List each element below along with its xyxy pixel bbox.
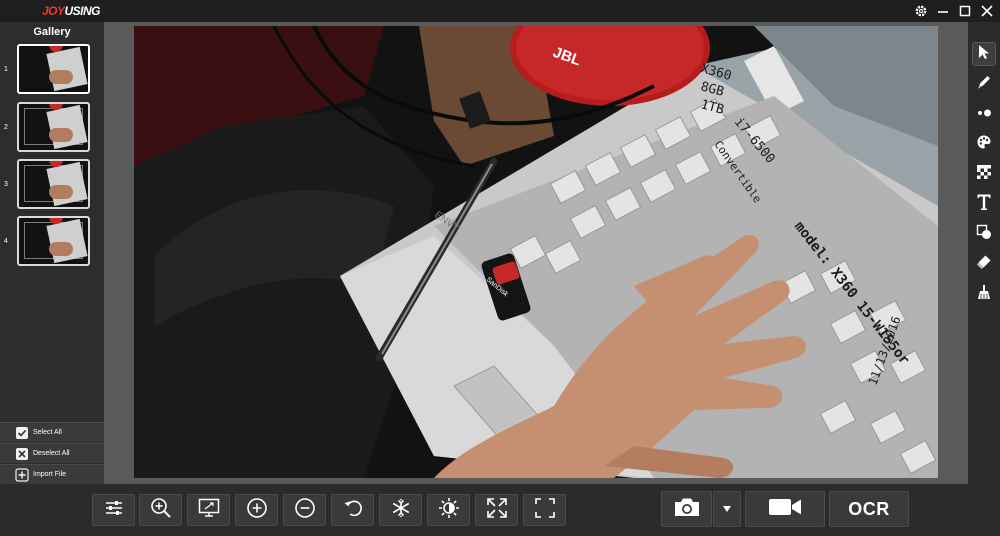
expand-arrows-icon bbox=[486, 497, 508, 524]
text-tool[interactable] bbox=[972, 192, 996, 216]
rotate-icon bbox=[342, 497, 364, 524]
brightness-button[interactable] bbox=[427, 494, 470, 526]
dots-icon bbox=[976, 105, 992, 123]
bottom-toolbar: OCR bbox=[0, 484, 1000, 536]
pen-tool[interactable] bbox=[972, 72, 996, 96]
sliders-icon bbox=[104, 499, 124, 522]
checkerboard-icon bbox=[976, 164, 992, 185]
annotation-toolbar bbox=[968, 22, 1000, 484]
ocr-button[interactable]: OCR bbox=[829, 491, 909, 527]
import-file-label: Import File bbox=[33, 471, 67, 478]
title-bar: JOY USING bbox=[0, 0, 1000, 22]
sun-icon bbox=[438, 497, 460, 524]
camera-icon bbox=[673, 496, 701, 523]
monitor-icon bbox=[198, 498, 220, 523]
gallery-item-number: 1 bbox=[4, 66, 8, 73]
capture-options-dropdown[interactable] bbox=[713, 491, 741, 527]
logo-part-1: JOY bbox=[42, 4, 65, 18]
logo-part-2: USING bbox=[64, 4, 101, 18]
gallery-item-number: 3 bbox=[4, 181, 8, 188]
select-tool[interactable] bbox=[972, 42, 996, 66]
brush-tool[interactable] bbox=[972, 282, 996, 306]
gallery-item[interactable]: 2 bbox=[0, 102, 104, 154]
minimize-button[interactable] bbox=[934, 1, 952, 21]
palette-icon bbox=[976, 134, 992, 155]
rotate-button[interactable] bbox=[331, 494, 374, 526]
select-all-icon bbox=[15, 426, 29, 440]
zoom-in-button[interactable] bbox=[235, 494, 278, 526]
import-plus-icon bbox=[15, 467, 29, 482]
freeze-button[interactable] bbox=[379, 494, 422, 526]
gallery-thumbnail[interactable] bbox=[17, 216, 90, 266]
gallery-thumbnail[interactable] bbox=[17, 159, 90, 209]
camera-preview-image[interactable]: JBL SanDisk ENVY X360 8GB 1TB i7-6500 Co… bbox=[134, 26, 938, 478]
video-camera-icon bbox=[768, 497, 802, 522]
eraser-tool[interactable] bbox=[972, 252, 996, 276]
eraser-icon bbox=[976, 254, 992, 275]
select-all-button[interactable]: Select All bbox=[0, 422, 104, 442]
minus-circle-icon bbox=[294, 497, 316, 524]
maximize-button[interactable] bbox=[956, 1, 974, 21]
deselect-all-label: Deselect All bbox=[33, 450, 70, 457]
gallery-item-number: 4 bbox=[4, 238, 8, 245]
dropdown-arrow-icon bbox=[722, 500, 732, 518]
deselect-all-button[interactable]: Deselect All bbox=[0, 443, 104, 463]
close-button[interactable] bbox=[978, 1, 996, 21]
ocr-label: OCR bbox=[848, 498, 890, 519]
plus-circle-icon bbox=[246, 497, 268, 524]
record-video-button[interactable] bbox=[745, 491, 825, 527]
gallery-thumbnail[interactable] bbox=[17, 44, 90, 94]
app-logo: JOY USING bbox=[42, 3, 101, 19]
zoom-region-button[interactable] bbox=[139, 494, 182, 526]
gallery-item[interactable]: 4 bbox=[0, 216, 104, 268]
gallery-item-number: 2 bbox=[4, 124, 8, 131]
settings-gear-icon[interactable] bbox=[912, 1, 930, 21]
shape-tool[interactable] bbox=[972, 222, 996, 246]
crop-corners-icon bbox=[534, 497, 556, 524]
magnifier-icon bbox=[150, 497, 172, 524]
gallery-panel: Gallery 1 2 3 4 Select All Deselect All bbox=[0, 22, 104, 484]
cursor-arrow-icon bbox=[977, 44, 991, 65]
import-file-button[interactable]: Import File bbox=[0, 464, 104, 484]
snowflake-icon bbox=[390, 497, 412, 524]
gallery-item[interactable]: 3 bbox=[0, 159, 104, 211]
adjust-settings-button[interactable] bbox=[92, 494, 135, 526]
fit-screen-button[interactable] bbox=[187, 494, 230, 526]
dots-tool[interactable] bbox=[972, 102, 996, 126]
capture-photo-button[interactable] bbox=[661, 491, 712, 527]
crop-button[interactable] bbox=[523, 494, 566, 526]
broom-icon bbox=[976, 284, 992, 305]
gallery-thumbnail[interactable] bbox=[17, 102, 90, 152]
fullscreen-button[interactable] bbox=[475, 494, 518, 526]
gallery-item[interactable]: 1 bbox=[0, 44, 104, 96]
shapes-icon bbox=[976, 224, 992, 245]
zoom-out-button[interactable] bbox=[283, 494, 326, 526]
select-all-label: Select All bbox=[33, 429, 62, 436]
palette-tool[interactable] bbox=[972, 132, 996, 156]
pen-icon bbox=[976, 74, 992, 95]
letter-t-icon bbox=[976, 193, 992, 216]
mosaic-tool[interactable] bbox=[972, 162, 996, 186]
deselect-all-icon bbox=[15, 447, 29, 461]
gallery-title: Gallery bbox=[33, 26, 71, 38]
